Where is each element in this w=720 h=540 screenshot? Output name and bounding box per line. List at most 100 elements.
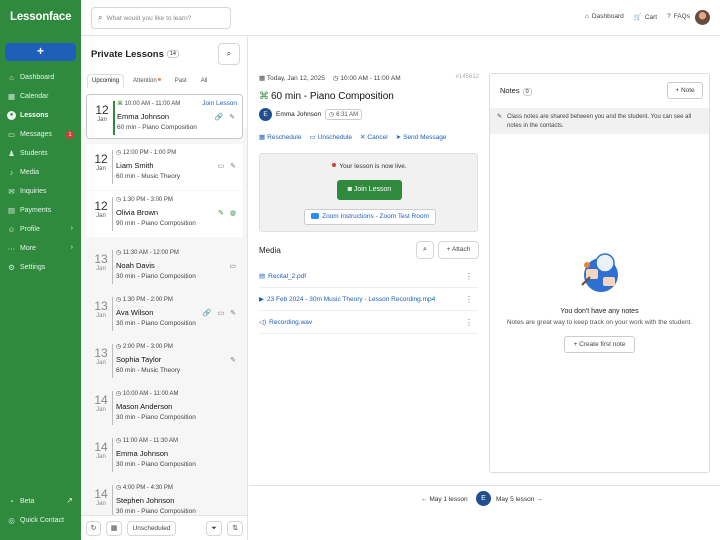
avatar[interactable]: [695, 10, 710, 25]
calendar-sync-button[interactable]: ▦: [106, 521, 122, 536]
messages-badge: 1: [66, 131, 74, 139]
join-lesson-link[interactable]: Join Lesson: [202, 100, 237, 107]
add-note-button[interactable]: + Note: [667, 82, 703, 99]
clock-icon: ◷: [116, 150, 123, 156]
join-lesson-button[interactable]: ◙ Join Lesson: [337, 180, 402, 200]
attach-label: Attach: [451, 246, 471, 253]
media-file-name: Recording.wav: [269, 319, 313, 326]
messages-icon: ▭: [7, 130, 16, 139]
attach-button[interactable]: + Attach: [438, 241, 479, 259]
lesson-status-icons: 🔗 ▭ ✎: [202, 310, 238, 317]
lesson-card[interactable]: 12 Jan ◷ 12:00 PM - 1:00 PM Liam Smith ▭ …: [86, 144, 243, 190]
sidebar-item-inquiries[interactable]: ✉ Inquiries: [0, 182, 81, 201]
lesson-divider: [112, 297, 113, 331]
student-name[interactable]: Emma Johnson: [276, 111, 321, 118]
tab-upcoming[interactable]: Upcoming: [87, 74, 125, 88]
cancel-button[interactable]: ✕ Cancel: [360, 133, 388, 141]
tab-past[interactable]: Past: [170, 74, 192, 88]
media-file[interactable]: ▤ Recital_2.pdf ⋮: [259, 266, 478, 288]
tab-attention[interactable]: Attention: [128, 74, 166, 88]
next-lesson-link[interactable]: May 5 lesson →: [496, 496, 543, 503]
sort-button[interactable]: ⇅: [227, 521, 243, 536]
search-input[interactable]: ⌕ What would you like to learn?: [91, 7, 231, 29]
add-note-label: Note: [680, 87, 695, 94]
gear-icon: ⚙: [8, 263, 15, 272]
more-options-icon[interactable]: ⋮: [465, 266, 473, 288]
media-file[interactable]: ▶ 23 Feb 2024 - 30m Music Theory - Lesson…: [259, 289, 478, 311]
lesson-card[interactable]: 14 Jan ◷ 4:00 PM - 4:30 PM Stephen Johnso…: [86, 479, 243, 515]
student-avatar[interactable]: E: [259, 108, 272, 121]
lesson-time: ◷ 11:00 AM - 11:30 AM: [116, 437, 178, 444]
sidebar-item-label: Inquiries: [20, 188, 47, 195]
sidebar-item-students[interactable]: ♟ Students: [0, 144, 81, 163]
sort-icon: ⇅: [232, 525, 238, 532]
cart-link[interactable]: 🛒 Cart: [634, 13, 657, 21]
lesson-time: ⌘ 10:00 AM - 11:00 AM: [117, 100, 180, 107]
action-label: Unschedule: [317, 134, 352, 141]
zoom-instructions-label: Zoom Instructions - Zoom Test Room: [322, 213, 429, 220]
sidebar-item-messages[interactable]: ▭ Messages 1: [0, 125, 81, 144]
lesson-month: Jan: [96, 313, 106, 319]
sidebar-item-beta[interactable]: ◔ Beta ↗: [0, 492, 81, 511]
sidebar-item-label: Beta: [20, 498, 35, 505]
sidebar-item-lessons[interactable]: ● Lessons: [0, 106, 81, 125]
sidebar-item-label: Payments: [20, 207, 52, 214]
calendar-icon: ▦: [110, 525, 118, 532]
sidebar-item-payments[interactable]: ▤ Payments: [0, 201, 81, 220]
sidebar-item-settings[interactable]: ⚙ Settings: [0, 258, 81, 277]
more-options-icon[interactable]: ⋮: [465, 289, 473, 311]
tab-all[interactable]: All: [196, 74, 213, 88]
calendar-icon: ▦: [259, 75, 267, 82]
lesson-card[interactable]: 13 Jan ◷ 1:30 PM - 2:00 PM Ava Wilson 🔗 ▭…: [86, 291, 243, 336]
reschedule-button[interactable]: ▦ Reschedule: [259, 133, 301, 141]
unscheduled-button[interactable]: Unscheduled: [127, 521, 176, 536]
more-icon: ⋯: [7, 244, 16, 253]
unschedule-button[interactable]: ▭ Unschedule: [309, 133, 351, 141]
lesson-subtitle: 60 min - Music Theory: [116, 173, 181, 180]
clock-icon: ◷: [116, 485, 123, 491]
sidebar-item-media[interactable]: ♪ Media: [0, 163, 81, 182]
lesson-card[interactable]: 14 Jan ◷ 10:00 AM - 11:00 AM Mason Anders…: [86, 385, 243, 430]
lesson-card[interactable]: 12 Jan ⌘ 10:00 AM - 11:00 AM Join Lesson …: [86, 94, 243, 139]
lesson-card[interactable]: 12 Jan ◷ 1:30 PM - 3:00 PM Olivia Brown ✎…: [86, 191, 243, 237]
logo[interactable]: Lessonface: [10, 11, 71, 23]
media-file[interactable]: ◁) Recording.wav ⋮: [259, 312, 478, 334]
filter-button[interactable]: ⏷: [206, 521, 222, 536]
contact-icon: ◎: [8, 516, 15, 525]
sidebar-item-calendar[interactable]: ▦ Calendar: [0, 87, 81, 106]
search-icon: ⌕: [226, 49, 232, 58]
refresh-button[interactable]: ↻: [86, 521, 101, 536]
file-icon: ▤: [259, 273, 266, 280]
notes-panel: Notes 0 + Note ✎ Class notes are shared be…: [489, 73, 710, 473]
create-first-note-button[interactable]: + Create first note: [564, 336, 635, 353]
lesson-title: ⌘ 60 min - Piano Composition: [259, 91, 394, 102]
new-button[interactable]: +: [5, 43, 76, 61]
lesson-card[interactable]: 13 Jan ◷ 2:00 PM - 3:00 PM Sophia Taylor …: [86, 338, 243, 383]
faqs-link[interactable]: ? FAQs: [667, 13, 690, 21]
sidebar-item-quick-contact[interactable]: ◎ Quick Contact: [0, 511, 81, 530]
sidebar-item-profile[interactable]: ☺ Profile ›: [0, 220, 81, 239]
clock-icon: ◷: [116, 391, 123, 397]
home-icon: ⌂: [584, 13, 589, 20]
media-search-button[interactable]: ⌕: [416, 241, 434, 259]
lesson-date: 12 Jan: [92, 153, 110, 173]
send-message-button[interactable]: ➤ Send Message: [396, 133, 447, 141]
previous-lesson-link[interactable]: ← May 1 lesson: [421, 496, 468, 503]
lesson-search-button[interactable]: ⌕: [218, 43, 240, 65]
lesson-tabs: Upcoming Attention Past All: [87, 74, 216, 88]
student-avatar: E: [476, 491, 491, 506]
more-options-icon[interactable]: ⋮: [465, 312, 473, 334]
refresh-icon: ↻: [90, 525, 97, 532]
dashboard-link[interactable]: ⌂ Dashboard: [585, 13, 624, 21]
sidebar-item-label: Calendar: [20, 93, 49, 100]
previous-lesson-label: May 1 lesson: [429, 496, 468, 503]
sidebar-item-more[interactable]: ⋯ More ›: [0, 239, 81, 258]
chevron-right-icon: ›: [70, 225, 73, 232]
lesson-day: 12: [94, 199, 108, 213]
lesson-time: ◷ 12:00 PM - 1:00 PM: [116, 149, 176, 156]
lesson-card[interactable]: 13 Jan ◷ 11:30 AM - 12:00 PM Noah Davis ▭…: [86, 244, 243, 289]
lesson-day: 12: [95, 103, 109, 117]
zoom-instructions-button[interactable]: Zoom Instructions - Zoom Test Room: [304, 209, 436, 225]
sidebar-item-dashboard[interactable]: ⌂ Dashboard: [0, 68, 81, 87]
lesson-card[interactable]: 14 Jan ◷ 11:00 AM - 11:30 AM Emma Johnson…: [86, 432, 243, 477]
